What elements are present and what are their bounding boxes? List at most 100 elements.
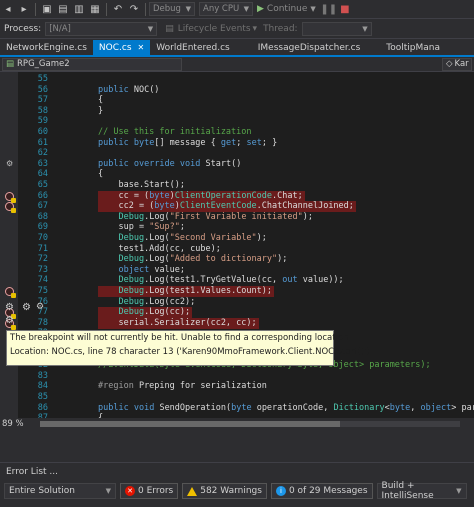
warnings-filter-button[interactable]: 582 Warnings [182,483,267,499]
code-line[interactable]: 75 Debug.Log(test1.Values.Count); [0,286,474,298]
code-text: Debug.Log("Added to dictionary"); [118,254,288,265]
code-line[interactable]: 72 Debug.Log("Added to dictionary"); [0,254,474,265]
code-text: serial.Serializer(cc2, cc); [98,317,259,329]
close-icon[interactable]: ✕ [138,43,145,52]
code-text: base.Start(); [98,180,185,190]
code-line[interactable]: 65 base.Start(); [0,180,474,191]
continue-button[interactable]: ▶ Continue ▼ [257,4,316,14]
line-number: 83 [37,370,48,381]
tab-noc[interactable]: NOC.cs ✕ [92,40,151,55]
code-line[interactable]: 58} [0,106,474,117]
save-icon[interactable]: ▥ [72,2,86,16]
code-line[interactable]: 71 test1.Add(cc, cube); [0,244,474,255]
code-text: public NOC() [98,84,160,95]
codelens-icon[interactable]: ⚙ [6,159,13,168]
redo-icon[interactable]: ↷ [127,2,141,16]
code-line[interactable]: 55 [0,74,474,85]
code-line[interactable]: 77 Debug.Log(cc); [0,307,474,320]
line-number: 70 [37,233,48,243]
line-number: 69 [37,222,48,233]
open-folder-icon[interactable]: ▤ [56,2,70,16]
code-text: Debug.Log(test1.Values.Count); [98,286,275,297]
code-text: cc2 = (byte)ClientEventCode.ChatChannelJ… [98,201,356,213]
tab-networkengine[interactable]: NetworkEngine.cs [0,40,93,55]
code-line[interactable]: 74 Debug.Log(test1.TryGetValue(cc, out v… [0,275,474,286]
code-text: cc = (byte)ClientOperationCode.Chat; [98,190,305,202]
lifecycle-icon[interactable]: ▤ [165,24,174,34]
member-select[interactable]: ◇ Kar [442,57,472,71]
code-line[interactable]: 63 public override void Start() [0,159,474,170]
breakpoint-warning-icon[interactable] [5,287,16,298]
code-line[interactable]: 83 [0,371,474,382]
code-line[interactable]: 66 cc = (byte)ClientOperationCode.Chat; [0,190,474,203]
line-number: 73 [37,264,48,275]
line-number: 75 [37,286,48,296]
gear-icon[interactable]: ⚙ [22,302,31,313]
continue-label: Continue [266,4,308,14]
line-number: 58 [37,105,48,116]
process-select[interactable]: [N/A] ▼ [45,21,158,36]
tab-worldentered[interactable]: WorldEntered.cs [150,40,236,55]
lifecycle-events-label[interactable]: Lifecycle Events [178,24,251,34]
error-list-title: Error List ... [6,467,58,477]
project-select[interactable]: ▤ RPG_Game2 [2,57,182,71]
tab-imessagedispatcher[interactable]: IMessageDispatcher.cs [252,40,367,55]
thread-select[interactable]: ▼ [301,21,372,36]
chevron-down-icon: ▼ [185,5,191,13]
stop-icon[interactable]: ■ [338,2,352,16]
undo-icon[interactable]: ↶ [111,2,125,16]
platform-select[interactable]: Any CPU ▼ [199,2,253,16]
line-number: 60 [37,127,48,137]
build-source-select[interactable]: Build + IntelliSense ▼ [376,481,467,501]
forward-icon[interactable]: ▸ [17,2,31,16]
save-all-icon[interactable]: ▦ [88,2,102,16]
config-select[interactable]: Debug ▼ [149,2,195,16]
scope-select[interactable]: Entire Solution ▼ [4,483,116,499]
code-line[interactable]: 70 Debug.Log("Second Variable"); [0,233,474,244]
thread-label: Thread: [263,23,298,34]
code-line[interactable]: 73 object value; [0,265,474,276]
zoom-level[interactable]: 89 % [0,419,28,429]
pause-icon[interactable]: ❚❚ [320,2,337,16]
new-project-icon[interactable]: ▣ [40,2,54,16]
code-line[interactable]: 86 public void SendOperation(byte operati… [0,403,474,414]
code-text: public byte[] message { get; set; } [98,137,278,148]
platform-value: Any CPU [203,4,240,14]
code-line[interactable]: 59 [0,116,474,127]
code-line[interactable]: 78 serial.Serializer(cc2, cc); [0,317,474,330]
line-number: 85 [37,392,48,402]
errors-filter-button[interactable]: ✕ 0 Errors [120,483,179,499]
code-editor[interactable]: 55 56 public NOC() 57{58} 59 60// Use this fo… [0,72,474,418]
warnings-count: 582 Warnings [200,486,262,496]
tab-tooltipmana[interactable]: TooltipMana [380,40,446,55]
line-number: 84 [37,381,48,392]
code-line[interactable]: 68 Debug.Log("First Variable initiated")… [0,212,474,223]
code-text: test1.Add(cc, cube); [98,243,221,254]
code-line[interactable]: 56 public NOC() [0,85,474,96]
breakpoint-settings-icon[interactable]: ⚙ [36,302,44,312]
line-number: 67 [37,201,48,212]
code-line[interactable]: 69 sup = "Sup?"; [0,222,474,233]
line-number: 86 [37,402,48,413]
back-icon[interactable]: ◂ [1,2,15,16]
horizontal-scrollbar[interactable] [40,421,460,427]
gear-icon[interactable]: ⚙ [5,315,14,326]
code-line[interactable]: 60 // Use this for initialization [0,127,474,138]
code-line[interactable]: 61 public byte[] message { get; set; } [0,138,474,149]
breakpoint-warning-icon[interactable] [5,191,16,203]
code-line[interactable]: 76 Debug.Log(cc2); [0,297,474,308]
code-line[interactable]: 64 { [0,169,474,180]
code-text: #region Preping for serialization [98,381,267,392]
code-line[interactable]: 84 #region Preping for serialization [0,381,474,392]
code-line[interactable]: 67 cc2 = (byte)ClientEventCode.ChatChann… [0,201,474,214]
code-text: object value; [118,264,186,275]
messages-filter-button[interactable]: i 0 of 29 Messages [270,483,373,499]
code-line[interactable]: 57 { [0,95,474,106]
code-line[interactable]: 85 [0,392,474,403]
gear-icon[interactable]: ⚙ [5,302,14,313]
code-line[interactable]: 62 [0,148,474,159]
scrollbar-thumb[interactable] [40,421,340,427]
tooltip-message: The breakpoint will not currently be hit… [10,333,349,343]
breakpoint-warning-icon[interactable] [5,202,16,214]
member-value: Kar [454,59,469,69]
